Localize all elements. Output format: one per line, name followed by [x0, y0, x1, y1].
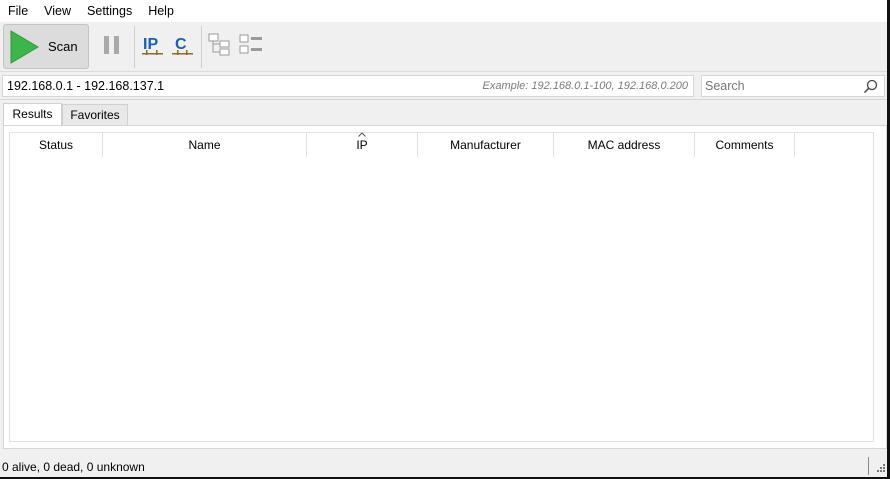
resize-grip-icon[interactable] [877, 464, 886, 473]
column-header-manufacturer[interactable]: Manufacturer [418, 133, 554, 157]
play-icon [10, 29, 39, 64]
toolbar-separator [134, 26, 135, 68]
ip-range-example-hint: Example: 192.168.0.1-100, 192.168.0.200 [482, 80, 689, 92]
status-bar: 0 alive, 0 dead, 0 unknown [0, 455, 890, 477]
svg-text:C: C [175, 36, 187, 53]
toolbar-separator [201, 26, 202, 68]
column-header-status[interactable]: Status [10, 133, 103, 157]
sort-ascending-icon [358, 132, 366, 137]
status-separator [868, 457, 869, 475]
column-header-comments[interactable]: Comments [695, 133, 795, 157]
scan-button-label: Scan [48, 39, 78, 54]
collapse-all-icon[interactable] [238, 32, 264, 58]
expand-all-icon[interactable] [207, 32, 233, 58]
class-c-subnet-icon[interactable]: C [170, 32, 196, 58]
search-input[interactable] [705, 78, 855, 94]
column-header-name[interactable]: Name [103, 133, 307, 157]
search-box[interactable] [701, 75, 885, 97]
menu-help[interactable]: Help [140, 1, 182, 21]
toolbar: Scan IP C [0, 22, 890, 72]
address-bar: 192.168.0.1 - 192.168.137.1 Example: 192… [0, 72, 890, 100]
table-header: Status Name IP Manufacturer MAC address … [10, 132, 795, 157]
results-panel: Status Name IP Manufacturer MAC address … [3, 125, 887, 449]
column-header-ip[interactable]: IP [307, 132, 418, 157]
ip-subnet-icon[interactable]: IP [140, 32, 166, 58]
search-icon[interactable] [863, 79, 878, 94]
tab-favorites[interactable]: Favorites [62, 104, 128, 126]
ip-range-value: 192.168.0.1 - 192.168.137.1 [7, 79, 165, 93]
status-summary: 0 alive, 0 dead, 0 unknown [2, 460, 145, 474]
tab-results[interactable]: Results [3, 103, 62, 127]
menu-settings[interactable]: Settings [79, 1, 140, 21]
pause-icon[interactable] [99, 32, 125, 58]
menu-bar: File View Settings Help [0, 0, 890, 22]
scan-button[interactable]: Scan [3, 24, 89, 69]
menu-file[interactable]: File [0, 1, 36, 21]
results-table: Status Name IP Manufacturer MAC address … [9, 132, 874, 442]
tab-bar: Results Favorites [0, 102, 890, 127]
ip-range-input[interactable]: 192.168.0.1 - 192.168.137.1 Example: 192… [2, 75, 694, 97]
column-header-mac-address[interactable]: MAC address [554, 133, 695, 157]
menu-view[interactable]: View [36, 1, 79, 21]
